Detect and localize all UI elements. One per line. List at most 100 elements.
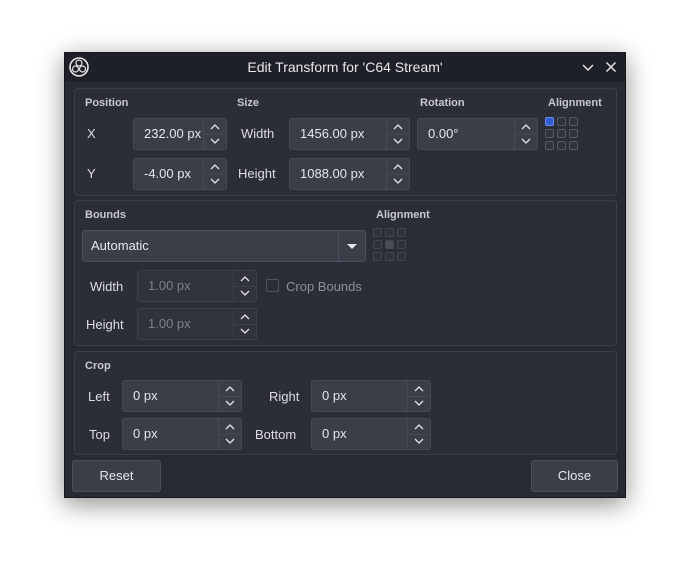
size-width-label: Width	[241, 126, 275, 141]
decrement-button	[234, 286, 256, 301]
size-title: Size	[237, 97, 260, 109]
close-icon[interactable]	[603, 59, 619, 75]
bounds-width-spinbox: 1.00 px	[137, 270, 257, 302]
chevron-up-icon	[414, 424, 424, 430]
bounds-type-dropdown[interactable]: Automatic	[82, 230, 366, 262]
increment-button[interactable]	[219, 419, 241, 435]
decrement-button[interactable]	[219, 434, 241, 449]
crop-bounds-label: Crop Bounds	[286, 279, 362, 294]
title-bar[interactable]: Edit Transform for 'C64 Stream'	[65, 53, 625, 82]
align-top-right[interactable]	[569, 117, 578, 126]
decrement-button[interactable]	[219, 396, 241, 411]
increment-button[interactable]	[408, 381, 430, 397]
increment-button[interactable]	[408, 419, 430, 435]
bounds-align-bottom-center	[385, 252, 394, 261]
close-button[interactable]: Close	[531, 460, 618, 492]
increment-button	[234, 271, 256, 287]
chevron-down-icon	[240, 290, 250, 296]
chevron-down-icon	[225, 438, 235, 444]
chevron-down-icon	[414, 400, 424, 406]
decrement-button[interactable]	[387, 174, 409, 189]
reset-button[interactable]: Reset	[72, 460, 161, 492]
chevron-down-icon	[210, 138, 220, 144]
decrement-button[interactable]	[204, 174, 226, 189]
dropdown-arrow-icon	[347, 244, 357, 249]
dropdown-button[interactable]	[338, 231, 365, 261]
increment-button[interactable]	[204, 119, 226, 135]
rotation-spinbox[interactable]: 0.00°	[417, 118, 538, 150]
position-x-spinbox[interactable]: 232.00 px	[133, 118, 227, 150]
bounds-type-value: Automatic	[91, 238, 149, 253]
bounds-title: Bounds	[85, 209, 126, 221]
chevron-up-icon	[240, 314, 250, 320]
align-bottom-left[interactable]	[545, 141, 554, 150]
decrement-button[interactable]	[387, 134, 409, 149]
size-height-label: Height	[238, 166, 276, 181]
bounds-alignment-grid	[373, 228, 408, 263]
increment-button[interactable]	[204, 159, 226, 175]
spin-buttons	[233, 271, 256, 301]
spin-buttons	[218, 419, 241, 449]
increment-button[interactable]	[387, 159, 409, 175]
size-height-spinbox[interactable]: 1088.00 px	[289, 158, 410, 190]
crop-bottom-spinbox[interactable]: 0 px	[311, 418, 431, 450]
bounds-align-top-center	[385, 228, 394, 237]
bounds-align-center-right	[397, 240, 406, 249]
bounds-height-value: 1.00 px	[148, 316, 191, 331]
bounds-align-bottom-right	[397, 252, 406, 261]
bounds-align-center	[385, 240, 394, 249]
alignment-title: Alignment	[548, 97, 602, 109]
bounds-height-spinbox: 1.00 px	[137, 308, 257, 340]
align-bottom-right[interactable]	[569, 141, 578, 150]
decrement-button[interactable]	[408, 434, 430, 449]
chevron-up-icon	[210, 124, 220, 130]
align-center-right[interactable]	[569, 129, 578, 138]
position-title: Position	[85, 97, 129, 109]
edit-transform-dialog: Edit Transform for 'C64 Stream' Position…	[64, 52, 626, 498]
bounds-width-value: 1.00 px	[148, 278, 191, 293]
minimize-icon[interactable]	[580, 59, 596, 75]
bounds-group: Bounds Alignment Automatic Width 1.00 px	[74, 200, 617, 346]
chevron-up-icon	[210, 164, 220, 170]
spin-buttons	[233, 309, 256, 339]
chevron-down-icon	[414, 438, 424, 444]
bounds-align-top-left	[373, 228, 382, 237]
chevron-down-icon	[393, 138, 403, 144]
spin-buttons	[407, 381, 430, 411]
decrement-button[interactable]	[515, 134, 537, 149]
crop-group: Crop Left 0 px Right 0 px Top 0 px Botto…	[74, 351, 617, 455]
size-height-value: 1088.00 px	[300, 166, 365, 181]
bounds-height-label: Height	[86, 317, 124, 332]
crop-bounds-checkbox	[266, 279, 279, 292]
align-top-left[interactable]	[545, 117, 554, 126]
bounds-align-top-right	[397, 228, 406, 237]
size-width-spinbox[interactable]: 1456.00 px	[289, 118, 410, 150]
align-center[interactable]	[557, 129, 566, 138]
crop-bottom-value: 0 px	[322, 426, 347, 441]
chevron-up-icon	[225, 424, 235, 430]
bounds-width-label: Width	[90, 279, 124, 294]
align-bottom-center[interactable]	[557, 141, 566, 150]
align-top-center[interactable]	[557, 117, 566, 126]
increment-button[interactable]	[515, 119, 537, 135]
spin-buttons	[407, 419, 430, 449]
transform-group: Position Size Rotation Alignment X 232.0…	[74, 88, 617, 196]
position-y-label: Y	[87, 166, 96, 181]
decrement-button[interactable]	[408, 396, 430, 411]
decrement-button[interactable]	[204, 134, 226, 149]
crop-left-label: Left	[88, 389, 110, 404]
crop-top-label: Top	[89, 427, 110, 442]
size-width-value: 1456.00 px	[300, 126, 365, 141]
align-center-left[interactable]	[545, 129, 554, 138]
crop-top-spinbox[interactable]: 0 px	[122, 418, 242, 450]
alignment-grid[interactable]	[545, 117, 580, 152]
bounds-alignment-title: Alignment	[376, 209, 430, 221]
position-y-spinbox[interactable]: -4.00 px	[133, 158, 227, 190]
spin-buttons	[218, 381, 241, 411]
chevron-down-icon	[393, 178, 403, 184]
crop-right-spinbox[interactable]: 0 px	[311, 380, 431, 412]
increment-button[interactable]	[219, 381, 241, 397]
chevron-up-icon	[393, 124, 403, 130]
crop-left-spinbox[interactable]: 0 px	[122, 380, 242, 412]
increment-button[interactable]	[387, 119, 409, 135]
